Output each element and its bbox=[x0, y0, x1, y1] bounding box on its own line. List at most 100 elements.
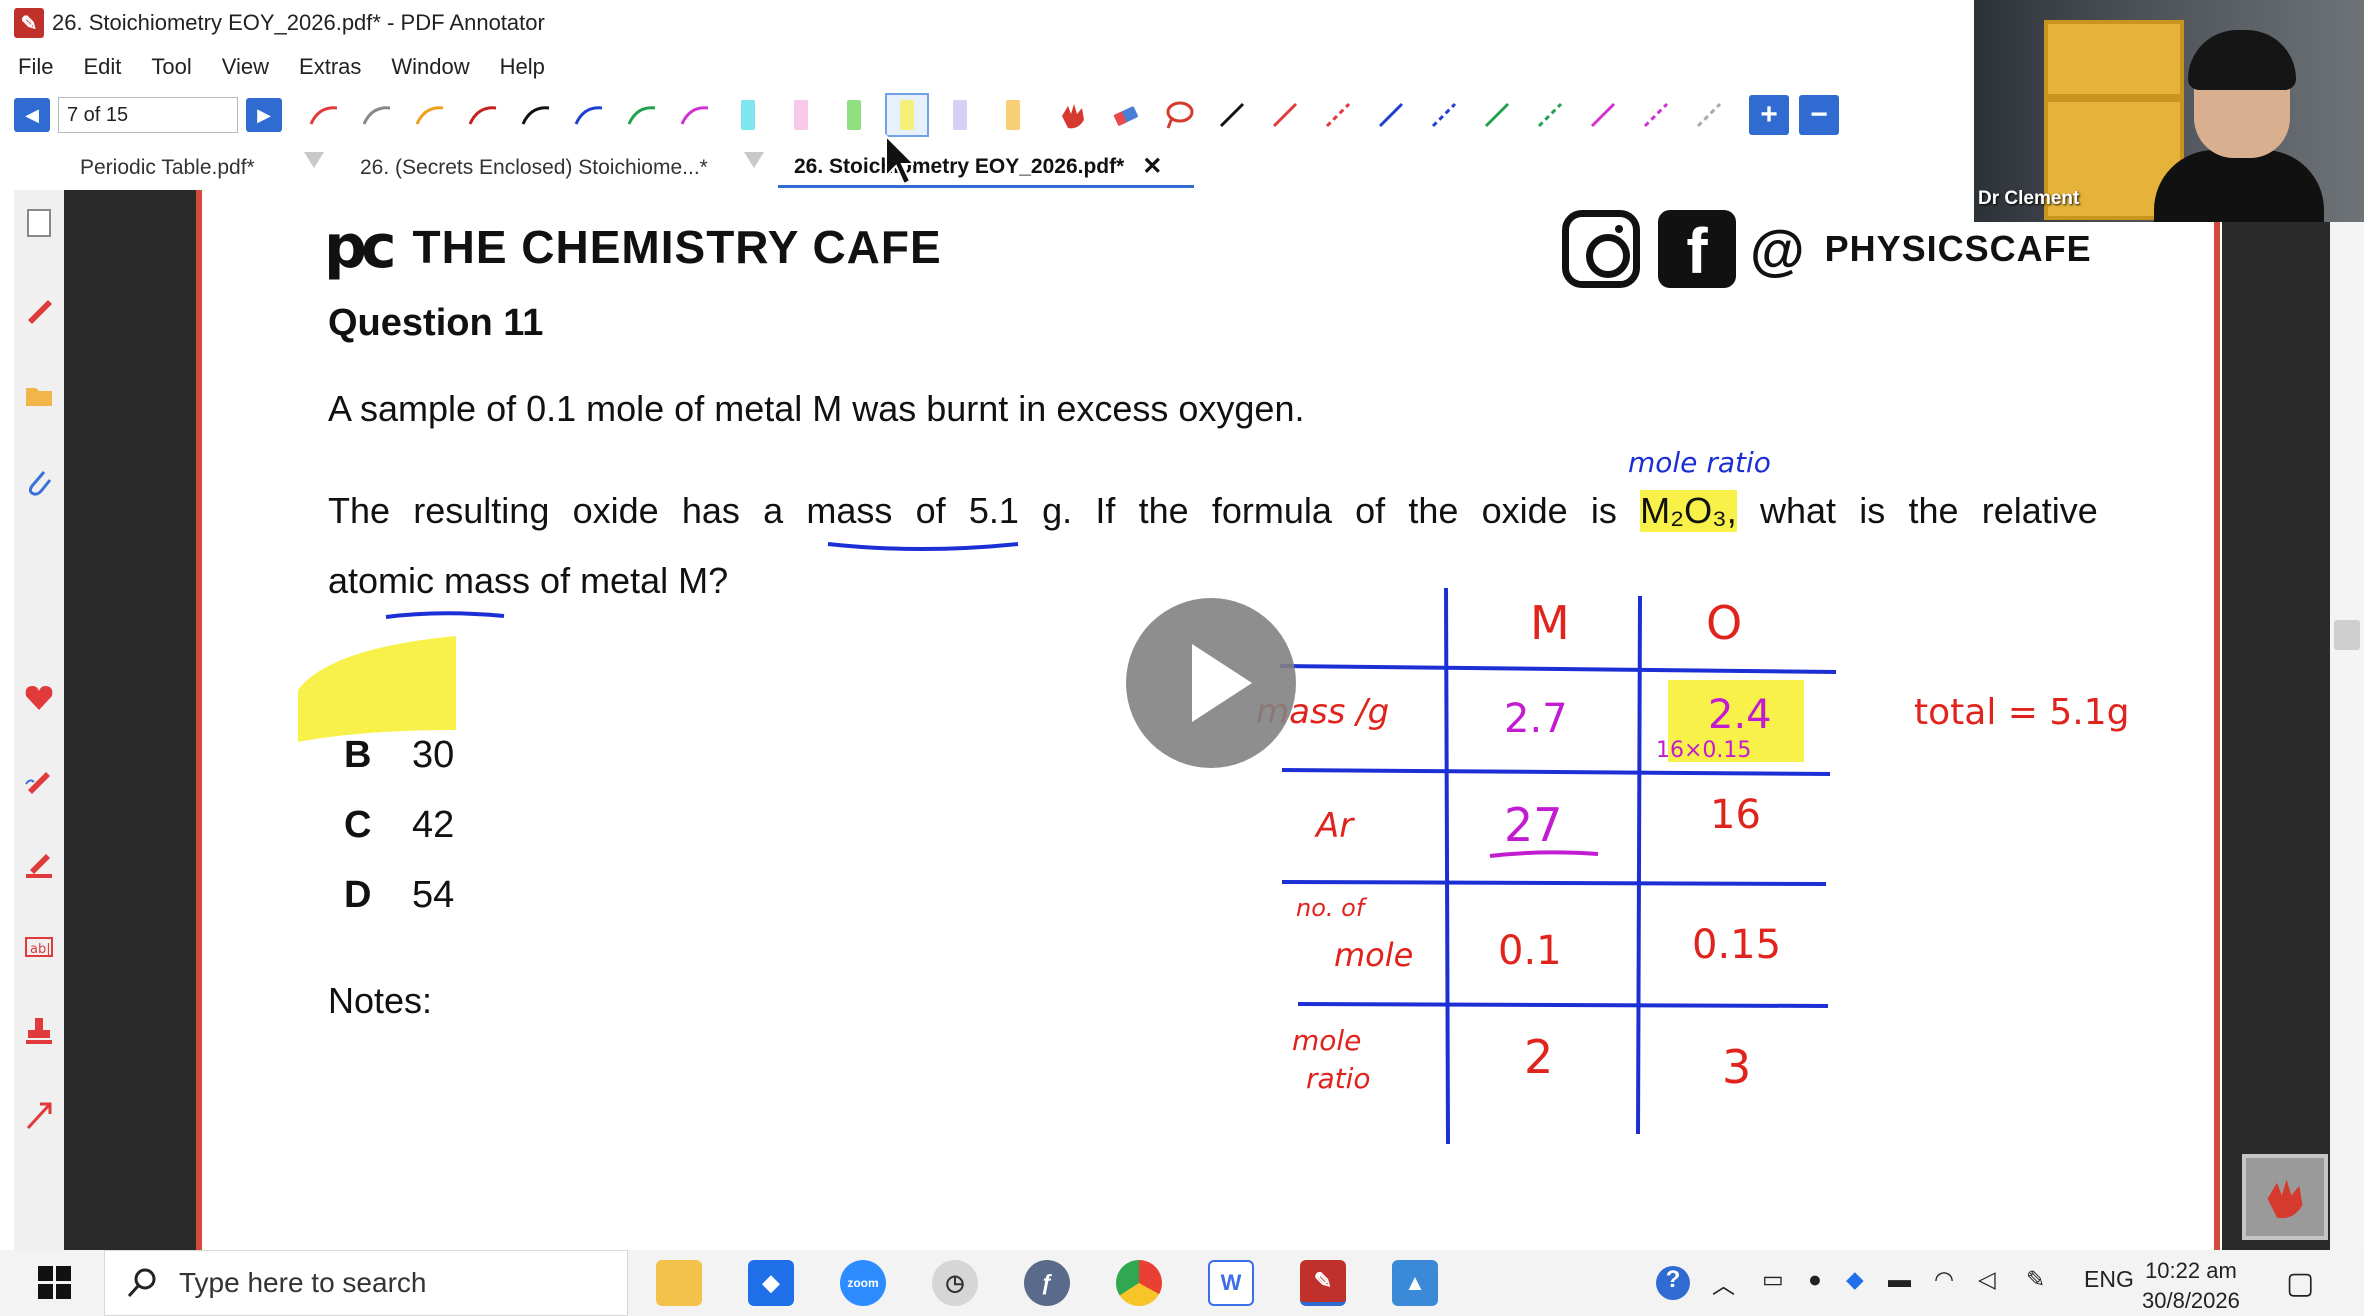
question-word: a bbox=[763, 490, 784, 531]
note-mole-ratio: mole ratio bbox=[1628, 446, 1771, 479]
taskbar-search-box[interactable]: Type here to search bbox=[104, 1250, 628, 1316]
line-green-dashed-icon[interactable] bbox=[1530, 95, 1570, 135]
annotate-pen-icon[interactable] bbox=[20, 760, 58, 798]
option-d: D 54 bbox=[344, 874, 454, 917]
pdf-annotator-taskbar-icon[interactable]: ✎ bbox=[1300, 1260, 1346, 1306]
tab-periodic-table[interactable]: Periodic Table.pdf* bbox=[64, 148, 314, 188]
search-placeholder: Type here to search bbox=[179, 1267, 427, 1298]
pen-blue-icon[interactable] bbox=[569, 95, 609, 135]
vertical-scrollbar[interactable] bbox=[2330, 190, 2364, 1250]
line-gray-dashed-icon[interactable] bbox=[1689, 95, 1729, 135]
pen-green-icon[interactable] bbox=[622, 95, 662, 135]
pen-darkred-icon[interactable] bbox=[463, 95, 503, 135]
clock-app-icon[interactable]: ◷ bbox=[932, 1260, 978, 1306]
menu-tool[interactable]: Tool bbox=[147, 52, 195, 82]
line-blue-icon[interactable] bbox=[1371, 95, 1411, 135]
highlighter-green-icon[interactable] bbox=[834, 95, 874, 135]
at-sign: @ bbox=[1750, 217, 1805, 281]
menu-extras[interactable]: Extras bbox=[295, 52, 365, 82]
zoom-icon[interactable]: zoom bbox=[840, 1260, 886, 1306]
window-title: 26. Stoichiometry EOY_2026.pdf* - PDF An… bbox=[52, 10, 545, 35]
help-icon[interactable]: ? bbox=[1656, 1266, 1690, 1300]
highlighter-yellow-icon[interactable] bbox=[885, 93, 929, 137]
line-red-dashed-icon[interactable] bbox=[1318, 95, 1358, 135]
pen-orange-icon[interactable] bbox=[410, 95, 450, 135]
next-page-button[interactable]: ▶ bbox=[246, 98, 282, 132]
question-word: is bbox=[1590, 490, 1617, 531]
previous-page-button[interactable]: ◀ bbox=[14, 98, 50, 132]
pen-gray-icon[interactable] bbox=[357, 95, 397, 135]
page-margin-left bbox=[64, 190, 200, 1250]
battery-icon[interactable]: ▬ bbox=[1888, 1266, 1911, 1293]
windows-start-icon[interactable] bbox=[38, 1266, 72, 1300]
menu-edit[interactable]: Edit bbox=[79, 52, 125, 82]
pen-black-icon[interactable] bbox=[516, 95, 556, 135]
microphone-icon[interactable]: ● bbox=[1808, 1266, 1822, 1293]
menu-window[interactable]: Window bbox=[387, 52, 473, 82]
photos-icon[interactable]: ▲ bbox=[1392, 1260, 1438, 1306]
line-black-icon[interactable] bbox=[1212, 95, 1252, 135]
question-word: resulting bbox=[413, 490, 550, 531]
line-magenta-icon[interactable] bbox=[1583, 95, 1623, 135]
hand-pan-icon[interactable] bbox=[1053, 95, 1093, 135]
chrome-icon[interactable] bbox=[1116, 1260, 1162, 1306]
line-blue-dashed-icon[interactable] bbox=[1424, 95, 1464, 135]
highlighter-pink-icon[interactable] bbox=[781, 95, 821, 135]
zoom-out-button[interactable]: − bbox=[1799, 95, 1839, 135]
pen-tray-icon[interactable]: ✎ bbox=[2026, 1266, 2045, 1293]
lasso-icon[interactable] bbox=[1159, 95, 1199, 135]
close-tab-icon[interactable]: ✕ bbox=[1142, 152, 1162, 181]
raise-hand-button[interactable] bbox=[2242, 1154, 2328, 1240]
system-clock[interactable]: 10:22 am 30/8/2026 bbox=[2142, 1256, 2240, 1316]
folder-icon[interactable] bbox=[20, 376, 58, 414]
dropbox-tray-icon[interactable]: ◆ bbox=[1846, 1266, 1864, 1293]
row-label-moles-2: mole bbox=[1334, 936, 1414, 974]
eraser-icon[interactable] bbox=[1106, 95, 1146, 135]
highlighter-icon[interactable] bbox=[20, 844, 58, 882]
highlighter-cyan-icon[interactable] bbox=[728, 95, 768, 135]
text-box-icon[interactable]: ab| bbox=[20, 928, 58, 966]
notification-icon[interactable]: ▢ bbox=[2286, 1266, 2314, 1301]
document-tabs: Periodic Table.pdf* 26. (Secrets Enclose… bbox=[14, 142, 1974, 188]
cell-ratio-o: 3 bbox=[1722, 1040, 1752, 1094]
line-red-icon[interactable] bbox=[1265, 95, 1305, 135]
zoom-in-button[interactable]: + bbox=[1749, 95, 1789, 135]
tab-secrets-enclosed[interactable]: 26. (Secrets Enclosed) Stoichiome...* bbox=[344, 148, 744, 188]
stamp-icon[interactable] bbox=[20, 1012, 58, 1050]
question-title: Question 11 bbox=[328, 302, 544, 344]
favorites-heart-icon[interactable] bbox=[20, 678, 58, 716]
wifi-icon[interactable]: ◠ bbox=[1934, 1266, 1954, 1293]
tab-stoichiometry-eoy[interactable]: 26. Stoichiometry EOY_2026.pdf* ✕ bbox=[778, 148, 1194, 188]
clock-time: 10:22 am bbox=[2145, 1258, 2237, 1283]
device-icon[interactable]: ▭ bbox=[1762, 1266, 1784, 1293]
highlighter-orange-icon[interactable] bbox=[993, 95, 1033, 135]
cell-ratio-m: 2 bbox=[1524, 1030, 1554, 1084]
col-header-m: M bbox=[1530, 596, 1570, 650]
menu-file[interactable]: File bbox=[14, 52, 57, 82]
menu-view[interactable]: View bbox=[218, 52, 273, 82]
video-play-button[interactable] bbox=[1126, 598, 1296, 768]
highlighter-lavender-icon[interactable] bbox=[940, 95, 980, 135]
arrow-icon[interactable] bbox=[20, 1096, 58, 1134]
question-word: what bbox=[1760, 490, 1837, 531]
dropbox-icon[interactable]: ◆ bbox=[748, 1260, 794, 1306]
pen-icon[interactable] bbox=[20, 290, 58, 328]
page-number-field[interactable]: 7 of 15 bbox=[58, 97, 238, 133]
pen-magenta-icon[interactable] bbox=[675, 95, 715, 135]
whiteboard-icon[interactable]: W bbox=[1208, 1260, 1254, 1306]
file-explorer-icon[interactable] bbox=[656, 1260, 702, 1306]
menu-help[interactable]: Help bbox=[496, 52, 549, 82]
cell-mass-o: 2.4 bbox=[1708, 692, 1772, 738]
settings-app-icon[interactable]: ƒ bbox=[1024, 1260, 1070, 1306]
presenter-body bbox=[2154, 150, 2324, 222]
page-thumbnail-icon[interactable] bbox=[20, 204, 58, 242]
tab-label: 26. (Secrets Enclosed) Stoichiome...* bbox=[360, 156, 708, 179]
paperclip-icon[interactable] bbox=[20, 462, 58, 500]
pen-red-icon[interactable] bbox=[304, 95, 344, 135]
line-green-icon[interactable] bbox=[1477, 95, 1517, 135]
line-magenta-dashed-icon[interactable] bbox=[1636, 95, 1676, 135]
volume-icon[interactable]: ◁ bbox=[1978, 1266, 1996, 1293]
language-indicator[interactable]: ENG bbox=[2084, 1266, 2134, 1293]
chevron-up-icon[interactable]: ︿ bbox=[1712, 1266, 1735, 1300]
scrollbar-thumb[interactable] bbox=[2334, 620, 2360, 650]
